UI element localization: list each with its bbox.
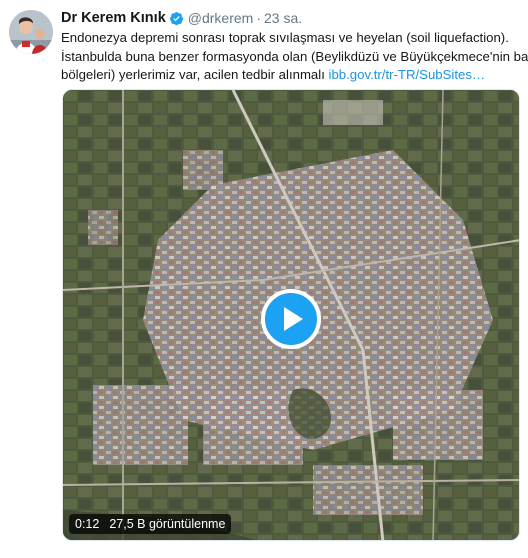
avatar[interactable] [9, 10, 53, 54]
video-duration: 0:12 [75, 517, 100, 531]
play-button[interactable] [261, 289, 321, 349]
verified-badge-icon [169, 11, 184, 26]
author-name[interactable]: Dr Kerem Kınık [61, 9, 166, 27]
tweet-timestamp[interactable]: 23 sa. [264, 9, 302, 27]
tweet-header: Dr Kerem Kınık @drkerem · 23 sa. [61, 9, 302, 27]
play-icon [284, 307, 303, 331]
tweet-link[interactable]: ibb.gov.tr/tr-TR/SubSites… [329, 67, 486, 82]
video-views: 27,5 B görüntülenme [109, 517, 226, 531]
video-info-badge: 0:12 27,5 B görüntülenme [69, 514, 232, 534]
tweet-text-line: Endonezya depremi sonrası toprak sıvılaş… [61, 30, 509, 45]
tweet[interactable]: Dr Kerem Kınık @drkerem · 23 sa. Endonez… [0, 0, 528, 558]
separator-dot: · [256, 10, 261, 26]
author-handle[interactable]: @drkerem [188, 9, 254, 27]
tweet-text-line: bölgeleri) yerlerimiz var, acilen tedbir… [61, 66, 521, 85]
tweet-text: Endonezya depremi sonrası toprak sıvılaş… [61, 29, 528, 85]
tweet-text-segment: bölgeleri) yerlerimiz var, acilen tedbir… [61, 67, 325, 82]
tweet-text-line: İstanbulda buna benzer formasyonda olan … [61, 48, 528, 64]
video-player[interactable]: 0:12 27,5 B görüntülenme [62, 89, 520, 541]
